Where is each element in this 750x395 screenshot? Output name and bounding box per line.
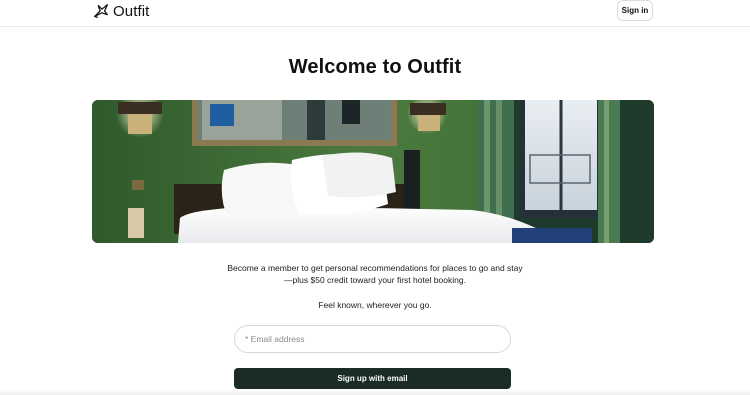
sign-up-email-button[interactable]: Sign up with email: [234, 368, 511, 389]
bottom-divider: [0, 389, 750, 395]
logo-text: Outfit: [113, 2, 150, 20]
page-title: Welcome to Outfit: [288, 56, 462, 78]
tagline-text: Feel known, wherever you go.: [318, 300, 432, 310]
email-field[interactable]: [234, 325, 511, 353]
hotel-room-photo: [92, 100, 654, 243]
site-header: Outfit Sign in: [0, 0, 750, 27]
hero-image: [92, 100, 654, 243]
sign-in-button[interactable]: Sign in: [617, 0, 653, 21]
bird-icon: [94, 4, 108, 18]
logo[interactable]: Outfit: [92, 2, 149, 20]
description-text: Become a member to get personal recommen…: [227, 263, 523, 285]
